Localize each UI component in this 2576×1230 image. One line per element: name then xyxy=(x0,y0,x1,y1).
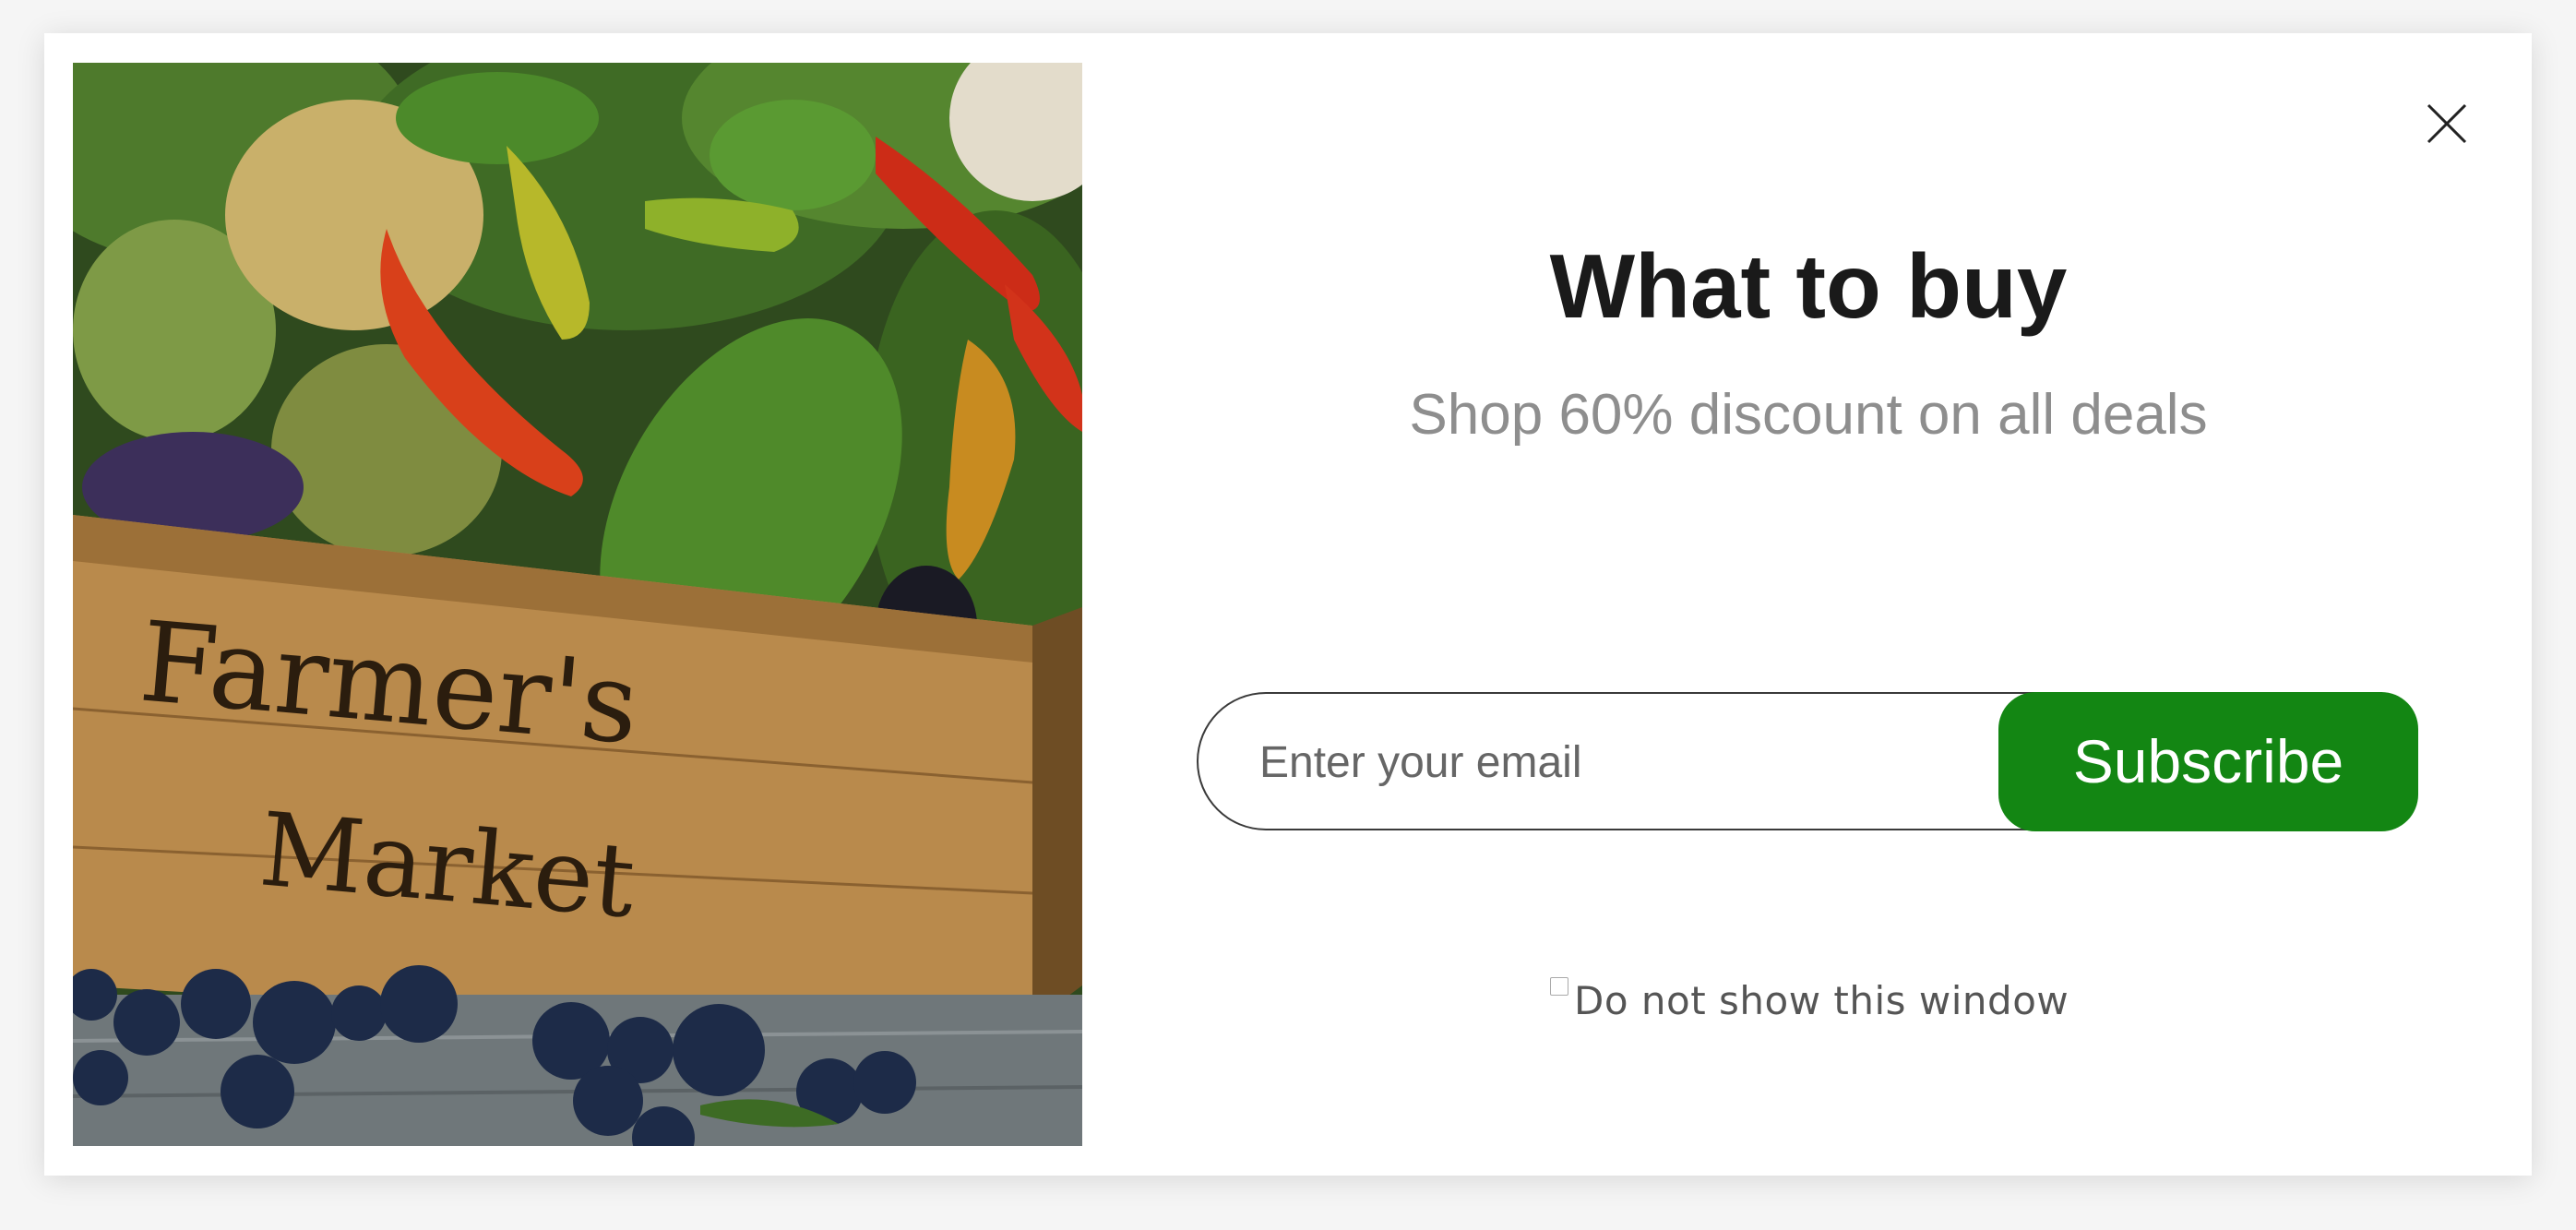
dont-show-checkbox[interactable] xyxy=(1550,977,1568,996)
email-input[interactable] xyxy=(1258,694,2055,830)
dont-show-option[interactable]: Do not show this window xyxy=(1550,973,2069,1029)
popup-subtitle: Shop 60% discount on all deals xyxy=(1409,383,2208,447)
dont-show-label[interactable]: Do not show this window xyxy=(1574,973,2069,1029)
market-photo-illustration: Farmer's Market xyxy=(73,63,1082,1146)
subscribe-button[interactable]: Subscribe xyxy=(1998,692,2418,831)
popup-title: What to buy xyxy=(1549,235,2068,337)
farmers-market-image: Farmer's Market xyxy=(73,63,1082,1146)
close-icon xyxy=(2427,103,2467,144)
close-button[interactable] xyxy=(2419,96,2475,151)
email-field-wrapper xyxy=(1197,692,2119,830)
